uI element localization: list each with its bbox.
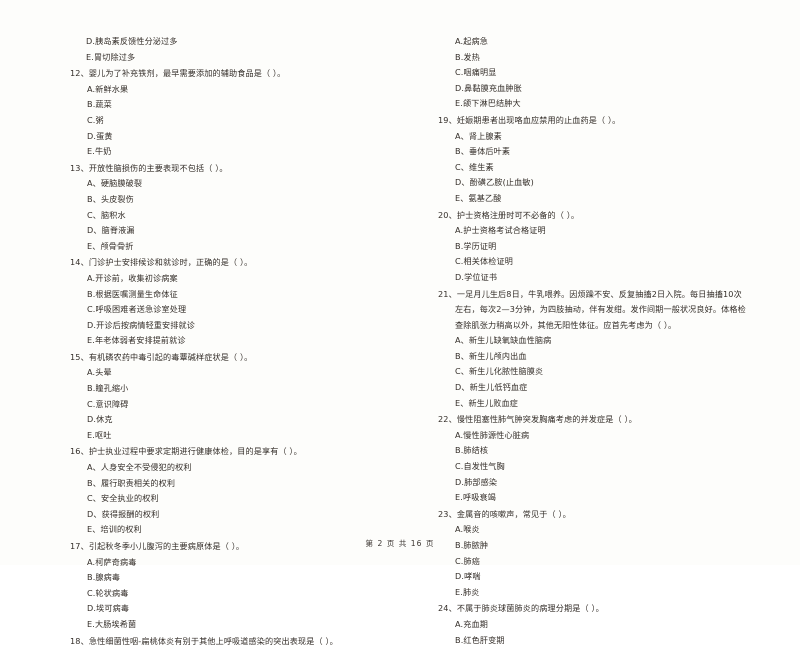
- option-item: D.鼻黏膜充血肿胀: [455, 82, 522, 93]
- option-item: D.休克: [87, 414, 113, 425]
- page-footer: 第 2 页 共 16 页: [365, 539, 435, 548]
- question-14: 14、门诊护士安排候诊和就诊时，正确的是（ ）。 A.开诊前，收集初诊病案 B.…: [70, 255, 380, 349]
- question-23: 23、金属音的咳嗽声，常见于（ ）。 A.喉炎 B.肺脓肿 C.肺癌 D.哮喘 …: [438, 507, 748, 601]
- option-item: B.蔬菜: [87, 99, 112, 110]
- question-18: 18、急性细菌性咽-扁桃体炎有别于其他上呼吸道感染的突出表现是（ ）。: [70, 634, 380, 650]
- question-15: 15、有机磷农药中毒引起的毒蕈碱样症状是（ ）。 A.头晕 B.瞳孔缩小 C.意…: [70, 350, 380, 444]
- question-stem: 22、慢性阻塞性肺气肿突发胸痛考虑的并发症是（ ）。: [438, 414, 637, 425]
- option-item: B.根据医嘱测量生命体征: [87, 288, 178, 299]
- option-item: C.自发性气胸: [455, 461, 505, 472]
- option-item: E.呼吸衰竭: [455, 492, 496, 503]
- question-stem: 13、开放性脑损伤的主要表现不包括（ ）。: [70, 162, 228, 173]
- question-stem: 21、一足月儿生后8日，牛乳喂养。因烦躁不安、反复抽搐2日入院。每日抽搐10次左…: [438, 288, 746, 330]
- option-item: A、新生儿缺氧缺血性脑病: [455, 335, 552, 346]
- option-item: C、新生儿化脓性脑膜炎: [455, 366, 544, 377]
- continued-options-right: A.起病急 B.发热 C.咽痛明显 D.鼻黏膜充血肿胀 E.颌下淋巴结肿大: [438, 34, 748, 112]
- question-21: 21、一足月儿生后8日，牛乳喂养。因烦躁不安、反复抽搐2日入院。每日抽搐10次左…: [438, 287, 748, 412]
- option-item: E.牛奶: [87, 146, 112, 157]
- question-20: 20、护士资格注册时可不必备的（ ）。 A.护士资格考试合格证明 B.学历证明 …: [438, 208, 748, 286]
- option-item: E.胃切除过多: [86, 51, 136, 62]
- option-item: A.护士资格考试合格证明: [455, 225, 546, 236]
- option-item: B.发热: [455, 51, 480, 62]
- left-column: D.胰岛素反馈性分泌过多 E.胃切除过多 12、婴儿为了补充铁剂，最早需要添加的…: [70, 34, 380, 650]
- option-item: D、脑脊液漏: [87, 225, 135, 236]
- option-item: A.喉炎: [455, 524, 480, 535]
- option-item: A.充血期: [455, 618, 488, 629]
- option-item: D、获得报酬的权利: [87, 508, 160, 519]
- question-stem: 14、门诊护士安排候诊和就诊时，正确的是（ ）。: [70, 257, 253, 268]
- option-item: D.开诊后按病情轻重安排就诊: [87, 319, 196, 330]
- question-16: 16、护士执业过程中要求定期进行健康体检，目的是享有（ ）。 A、人身安全不受侵…: [70, 444, 380, 538]
- question-22: 22、慢性阻塞性肺气肿突发胸痛考虑的并发症是（ ）。 A.慢性肺源性心脏病 B.…: [438, 412, 748, 506]
- option-item: E.大肠埃希菌: [87, 618, 137, 629]
- option-item: A.新鲜水果: [87, 83, 129, 94]
- question-stem: 23、金属音的咳嗽声，常见于（ ）。: [438, 508, 571, 519]
- option-item: B.学历证明: [455, 240, 497, 251]
- option-item: A、肾上腺素: [455, 130, 502, 141]
- question-stem: 12、婴儿为了补充铁剂，最早需要添加的辅助食品是（ ）。: [70, 68, 286, 79]
- option-item: D、新生儿低钙血症: [455, 382, 528, 393]
- option-item: E.肺炎: [455, 586, 480, 597]
- question-stem: 16、护士执业过程中要求定期进行健康体检，目的是享有（ ）。: [70, 446, 302, 457]
- option-item: E、培训的权利: [87, 524, 142, 535]
- option-item: C、脑积水: [87, 209, 126, 220]
- option-item: D.学位证书: [455, 271, 498, 282]
- option-item: E.年老体弱者安排提前就诊: [87, 335, 186, 346]
- option-item: C.轮状病毒: [87, 587, 129, 598]
- option-item: B、新生儿颅内出血: [455, 350, 527, 361]
- question-24: 24、不属于肺炎球菌肺炎的病理分期是（ ）。 A.充血期 B.红色肝变期: [438, 601, 748, 648]
- option-item: C.相关体检证明: [455, 256, 513, 267]
- option-item: B.红色肝变期: [455, 634, 505, 645]
- option-item: B.瞳孔缩小: [87, 383, 129, 394]
- option-item: D.埃可病毒: [87, 603, 130, 614]
- option-item: C.肺癌: [455, 555, 481, 566]
- option-item: B.腺病毒: [87, 572, 121, 583]
- question-13: 13、开放性脑损伤的主要表现不包括（ ）。 A、硬脑膜破裂 B、头皮裂伤 C、脑…: [70, 161, 380, 255]
- option-item: D.哮喘: [455, 571, 481, 582]
- option-item: C.呼吸困难者送急诊室处理: [87, 304, 187, 315]
- option-item: D.胰岛素反馈性分泌过多: [86, 36, 178, 46]
- exam-page: D.胰岛素反馈性分泌过多 E.胃切除过多 12、婴儿为了补充铁剂，最早需要添加的…: [0, 0, 800, 646]
- question-stem: 20、护士资格注册时可不必备的（ ）。: [438, 209, 580, 220]
- option-item: B、垂体后叶素: [455, 146, 511, 157]
- question-12: 12、婴儿为了补充铁剂，最早需要添加的辅助食品是（ ）。 A.新鲜水果 B.蔬菜…: [70, 66, 380, 160]
- option-item: B、履行职责相关的权利: [87, 477, 176, 488]
- question-stem: 19、妊娠期患者出现咯血应禁用的止血药是（ ）。: [438, 114, 621, 125]
- option-item: D、酚磺乙胺(止血敏): [455, 177, 534, 188]
- question-17: 17、引起秋冬季小儿腹泻的主要病原体是（ ）。 A.柯萨奇病毒 B.腺病毒 C.…: [70, 539, 380, 633]
- option-item: B、头皮裂伤: [87, 193, 134, 204]
- option-item: A、硬脑膜破裂: [87, 178, 143, 189]
- option-item: E、氨基乙酸: [455, 192, 502, 203]
- option-item: C、安全执业的权利: [87, 493, 159, 504]
- option-item: A.起病急: [455, 36, 488, 46]
- continued-options-left: D.胰岛素反馈性分泌过多 E.胃切除过多: [70, 34, 380, 65]
- option-item: A.开诊前，收集初诊病案: [87, 272, 178, 283]
- option-item: A.头晕: [87, 367, 112, 378]
- option-item: C.意识障碍: [87, 398, 129, 409]
- question-stem: 18、急性细菌性咽-扁桃体炎有别于其他上呼吸道感染的突出表现是（ ）。: [70, 635, 338, 646]
- two-column-layout: D.胰岛素反馈性分泌过多 E.胃切除过多 12、婴儿为了补充铁剂，最早需要添加的…: [70, 34, 746, 650]
- question-stem: 15、有机磷农药中毒引起的毒蕈碱样症状是（ ）。: [70, 351, 253, 362]
- option-item: E.颌下淋巴结肿大: [455, 98, 521, 109]
- option-item: D.肺部感染: [455, 476, 498, 487]
- right-column: A.起病急 B.发热 C.咽痛明显 D.鼻黏膜充血肿胀 E.颌下淋巴结肿大 19…: [438, 34, 748, 649]
- question-19: 19、妊娠期患者出现咯血应禁用的止血药是（ ）。 A、肾上腺素 B、垂体后叶素 …: [438, 113, 748, 207]
- option-item: A、人身安全不受侵犯的权利: [87, 462, 192, 473]
- option-item: B.肺结核: [455, 445, 489, 456]
- option-item: C.粥: [87, 114, 104, 125]
- option-item: C、维生素: [455, 161, 494, 172]
- option-item: C.咽痛明显: [455, 67, 497, 78]
- question-stem: 24、不属于肺炎球菌肺炎的病理分期是（ ）。: [438, 603, 604, 614]
- option-item: E.呕吐: [87, 429, 112, 440]
- option-item: E、颅骨骨折: [87, 240, 134, 251]
- option-item: A.柯萨奇病毒: [87, 556, 137, 567]
- option-item: A.慢性肺源性心脏病: [455, 429, 530, 440]
- option-item: D.蛋黄: [87, 130, 113, 141]
- option-item: E、新生儿败血症: [455, 397, 518, 408]
